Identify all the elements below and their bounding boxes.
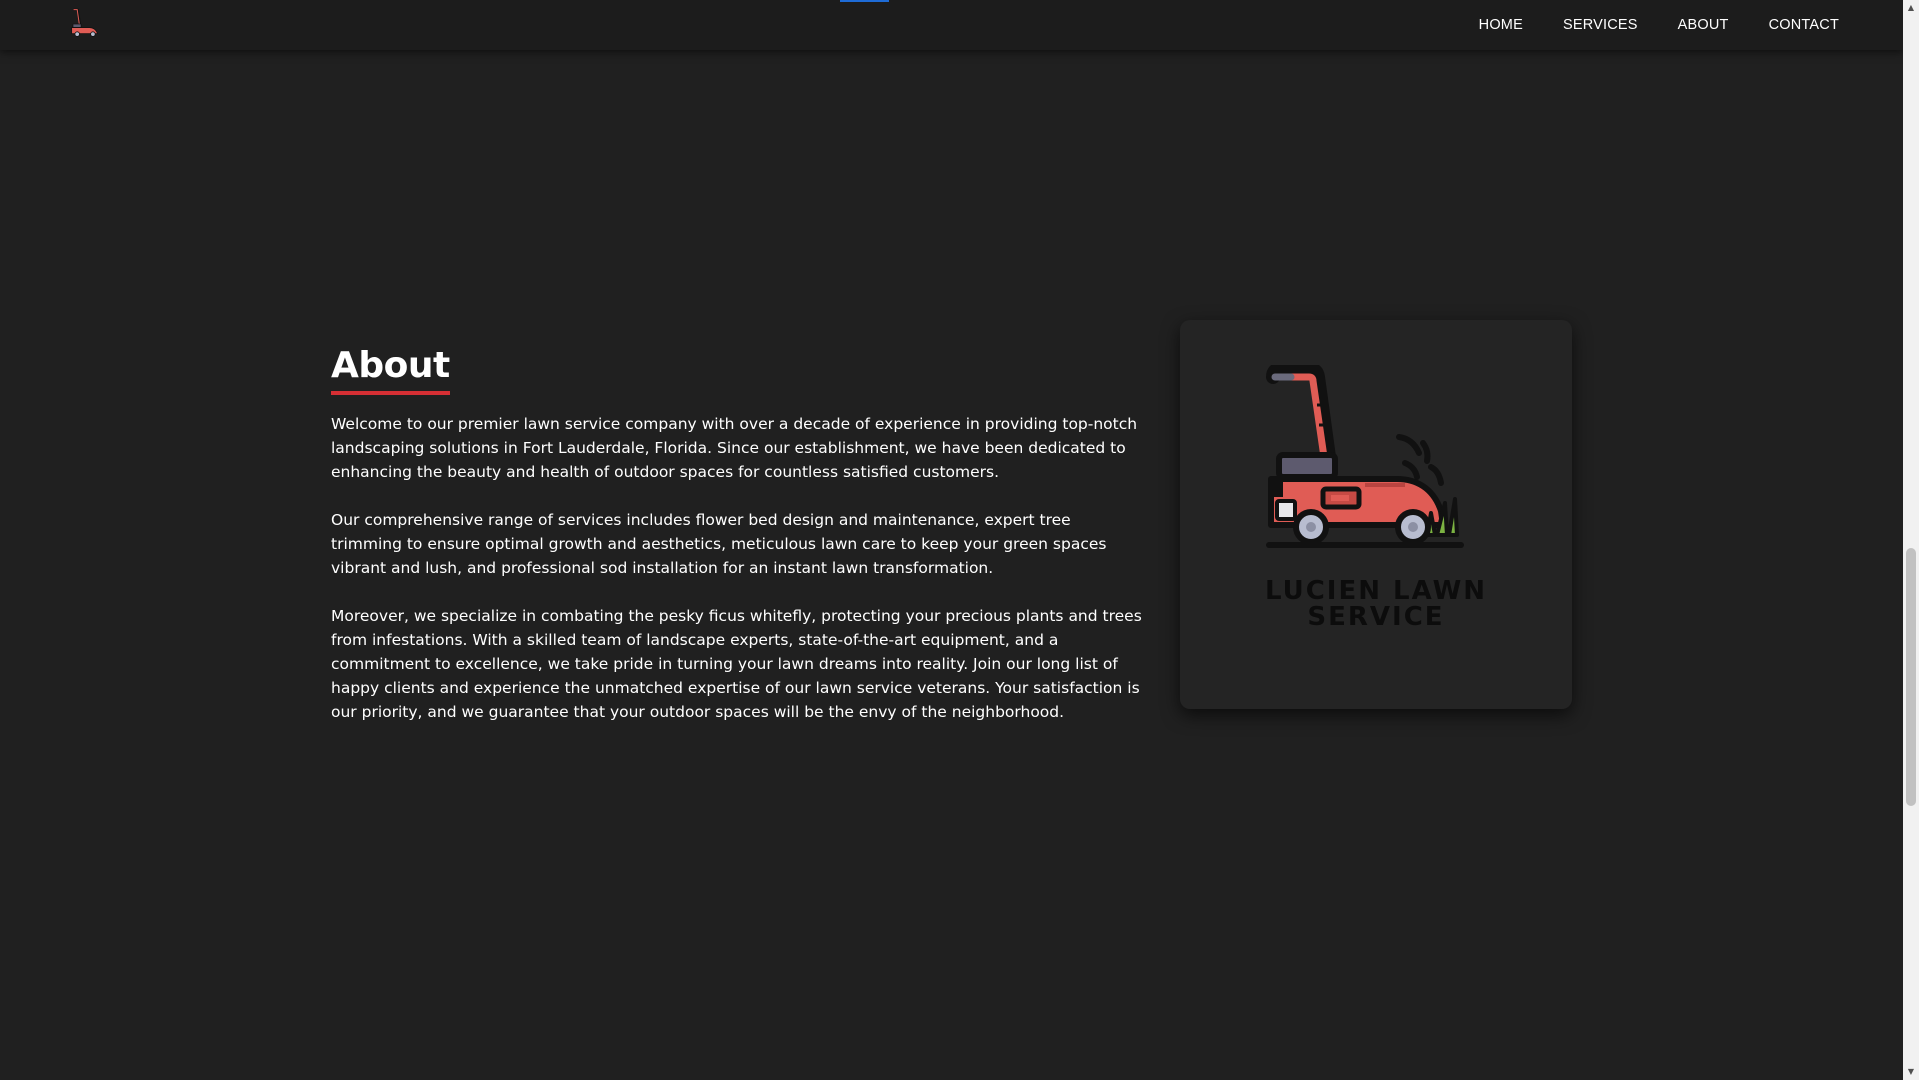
nav-links: HOME SERVICES ABOUT CONTACT xyxy=(1479,0,1839,50)
about-paragraph-expertise: Moreover, we specialize in combating the… xyxy=(331,607,1142,722)
nav-home-link[interactable]: HOME xyxy=(1479,17,1523,33)
lawn-mower-icon xyxy=(1266,365,1464,548)
nav-services-link[interactable]: SERVICES xyxy=(1563,17,1638,33)
about-paragraph-intro: Welcome to our premier lawn service comp… xyxy=(331,415,1138,482)
about-paragraph-services: Our comprehensive range of services incl… xyxy=(331,511,1107,578)
lawn-mower-icon xyxy=(71,8,99,37)
navbar: HOME SERVICES ABOUT CONTACT xyxy=(0,0,1903,50)
about-title-underline: About xyxy=(331,345,450,396)
logo-card: LUCIEN LAWN SERVICE xyxy=(1180,320,1572,709)
brand-name-line-2: SERVICE xyxy=(1307,602,1445,632)
scroll-down-arrow-icon[interactable]: ▼ xyxy=(1903,1064,1919,1080)
scroll-up-arrow-icon[interactable]: ▲ xyxy=(1903,0,1919,16)
nav-contact-link[interactable]: CONTACT xyxy=(1769,17,1839,33)
about-section: About Welcome to our premier lawn servic… xyxy=(331,345,1146,724)
scrollbar-thumb[interactable] xyxy=(1906,548,1916,806)
page-scrollbar[interactable]: ▲ ▼ xyxy=(1903,0,1919,1080)
brand-name-line-1: LUCIEN LAWN xyxy=(1264,576,1488,606)
about-title: About xyxy=(331,345,450,386)
home-logo-link[interactable] xyxy=(70,5,106,41)
active-nav-indicator xyxy=(840,0,889,2)
nav-about-link[interactable]: ABOUT xyxy=(1678,17,1729,33)
page: HOME SERVICES ABOUT CONTACT About Welcom… xyxy=(0,0,1919,1080)
